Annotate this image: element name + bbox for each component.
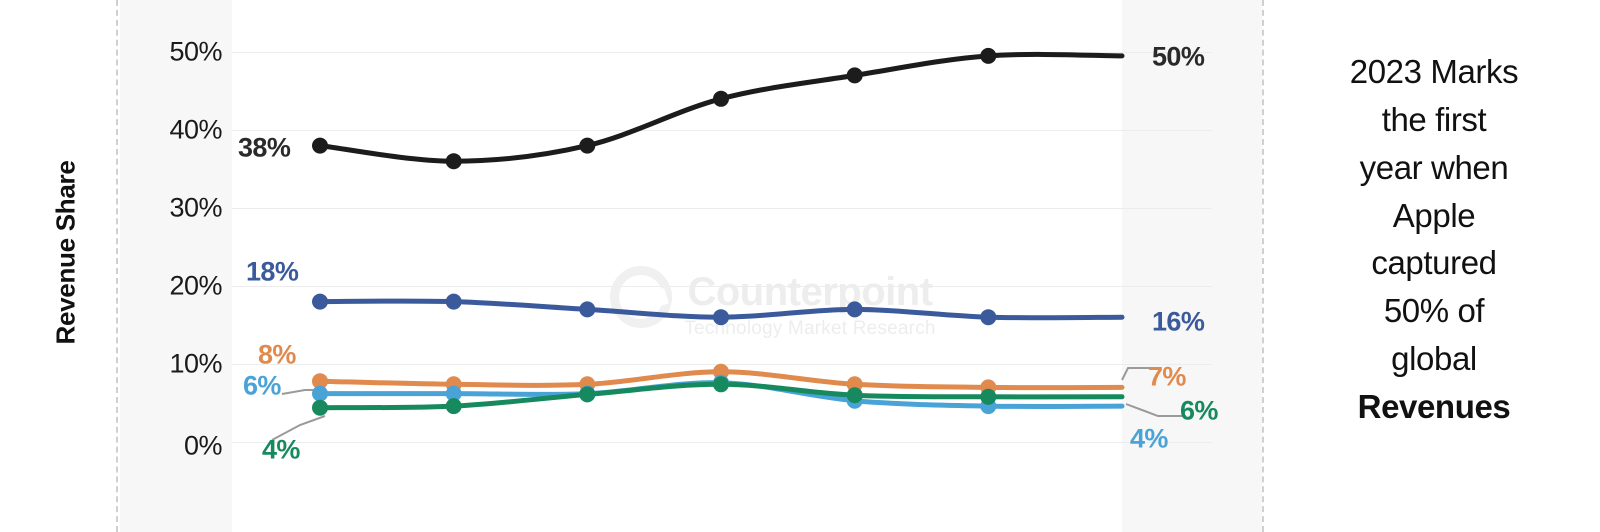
data-point [445, 153, 462, 170]
data-point [980, 309, 997, 326]
data-point [445, 398, 462, 415]
callout-green-end: 6% [1180, 395, 1218, 426]
data-point [713, 376, 729, 393]
annotation-line-8: Revenues [1357, 387, 1511, 425]
series-layer [271, 47, 1186, 441]
callout-orange-start: 8% [258, 339, 296, 370]
series-line-apple [317, 51, 1125, 164]
data-point [980, 388, 997, 405]
data-point [312, 399, 328, 416]
chart-panel: Revenue Share 50% 40% 30% 20% 10% 0% Cou… [0, 0, 1265, 532]
annotation-text-panel: 2023 Marks the first year when Apple cap… [1278, 48, 1590, 431]
annotation-line-7: global [1391, 340, 1477, 378]
annotation-line-2: the first [1381, 100, 1487, 138]
data-point [312, 293, 328, 310]
annotation-line-4: Apple [1392, 196, 1476, 234]
callout-lightblue-end: 4% [1130, 423, 1168, 454]
data-point [445, 293, 462, 310]
callout-lightblue-start: 6% [243, 370, 281, 401]
annotation-line-3: year when [1359, 148, 1509, 186]
callout-orange-end: 7% [1148, 361, 1186, 392]
data-point [980, 47, 997, 64]
annotation-line-5: captured [1371, 244, 1497, 282]
data-point [579, 301, 596, 318]
data-point [579, 386, 596, 403]
data-point [713, 309, 729, 326]
callout-apple-start: 38% [238, 132, 291, 163]
data-point [312, 385, 328, 402]
callout-apple-end: 50% [1152, 41, 1205, 72]
callout-green-start: 4% [262, 434, 300, 465]
callout-samsung-end: 16% [1152, 306, 1205, 337]
chart-root: Revenue Share 50% 40% 30% 20% 10% 0% Cou… [0, 0, 1600, 532]
callout-samsung-start: 18% [246, 256, 299, 287]
data-point [579, 137, 596, 154]
data-point [846, 387, 863, 404]
data-point [312, 137, 328, 154]
annotation-line-1: 2023 Marks [1349, 53, 1519, 90]
data-point [846, 301, 863, 318]
annotation-line-6: 50% of [1383, 292, 1485, 330]
data-point [846, 67, 863, 84]
data-point [713, 90, 729, 107]
